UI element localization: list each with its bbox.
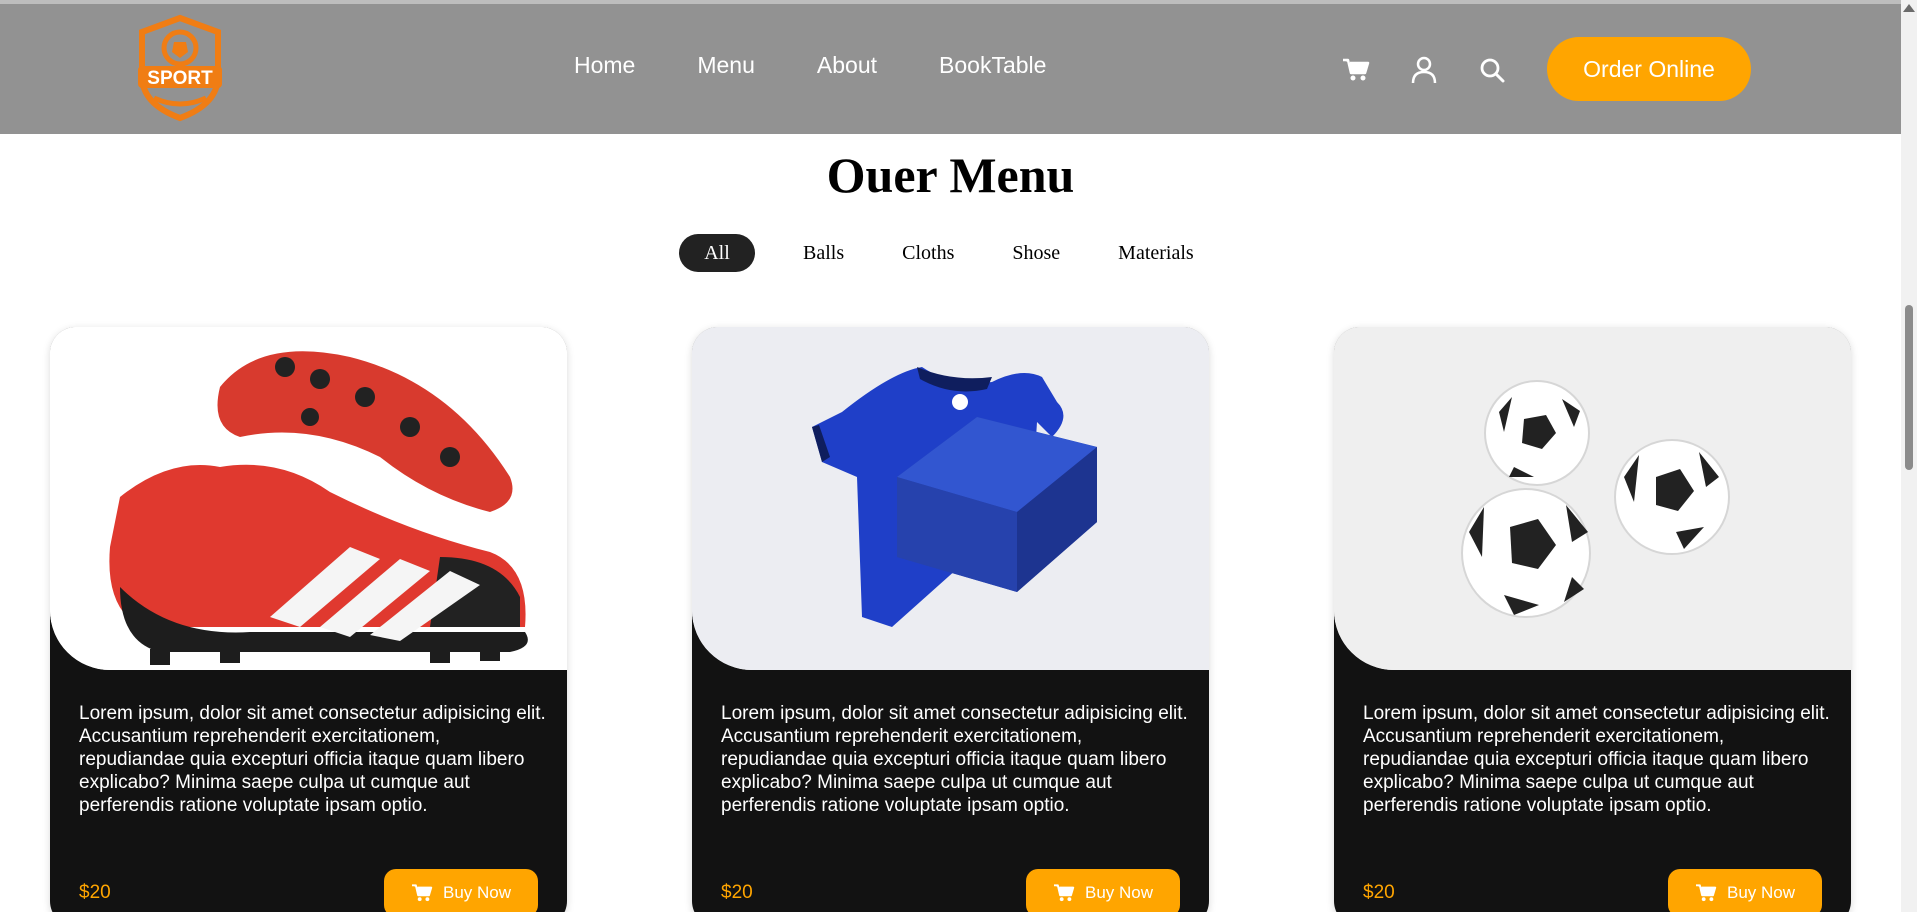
product-card: Lorem ipsum, dolor sit amet consectetur … [692, 327, 1209, 912]
nav-link-booktable[interactable]: BookTable [939, 52, 1046, 79]
filter-shose[interactable]: Shose [1002, 234, 1070, 272]
product-price: $20 [79, 882, 111, 903]
site-header: SPORT Home Menu About BookTable Order On… [0, 4, 1901, 134]
cart-icon[interactable] [1340, 54, 1372, 86]
buy-now-label: Buy Now [442, 883, 512, 902]
buy-now-button[interactable]: Buy Now [1026, 869, 1180, 912]
filter-balls[interactable]: Balls [793, 234, 854, 272]
header-icons [1340, 54, 1508, 86]
product-description: Lorem ipsum, dolor sit amet consectetur … [79, 703, 546, 816]
product-image-soccer-balls [1334, 327, 1851, 670]
product-image-jersey [692, 327, 1209, 670]
buy-now-label: Buy Now [1726, 883, 1796, 902]
nav-link-menu[interactable]: Menu [697, 52, 755, 79]
product-price: $20 [1363, 882, 1395, 903]
product-description: Lorem ipsum, dolor sit amet consectetur … [721, 703, 1188, 816]
buy-now-button[interactable]: Buy Now [1668, 869, 1822, 912]
cart-icon [1053, 884, 1075, 902]
order-online-button[interactable]: Order Online [1547, 37, 1751, 101]
buy-now-button[interactable]: Buy Now [384, 869, 538, 912]
cart-icon [1695, 884, 1717, 902]
user-icon[interactable] [1408, 54, 1440, 86]
filter-materials[interactable]: Materials [1108, 234, 1204, 272]
product-price: $20 [721, 882, 753, 903]
search-icon[interactable] [1476, 54, 1508, 86]
buy-now-label: Buy Now [1084, 883, 1154, 902]
scrollbar-thumb[interactable] [1905, 305, 1913, 470]
product-image-boot [50, 327, 567, 670]
product-card: Lorem ipsum, dolor sit amet consectetur … [1334, 327, 1851, 912]
logo-text: SPORT [147, 68, 213, 89]
product-card: Lorem ipsum, dolor sit amet consectetur … [50, 327, 567, 912]
nav-link-home[interactable]: Home [574, 52, 635, 79]
section-title: Ouer Menu [826, 147, 1075, 203]
menu-filters: All Balls Cloths Shose Materials [679, 234, 1242, 272]
scroll-up-arrow-icon[interactable] [1903, 4, 1915, 12]
nav-link-about[interactable]: About [817, 52, 877, 79]
main-nav: Home Menu About BookTable [574, 52, 1046, 79]
filter-all[interactable]: All [679, 234, 755, 272]
sport-logo[interactable]: SPORT [130, 14, 230, 122]
cart-icon [411, 884, 433, 902]
filter-cloths[interactable]: Cloths [892, 234, 964, 272]
product-description: Lorem ipsum, dolor sit amet consectetur … [1363, 703, 1830, 816]
